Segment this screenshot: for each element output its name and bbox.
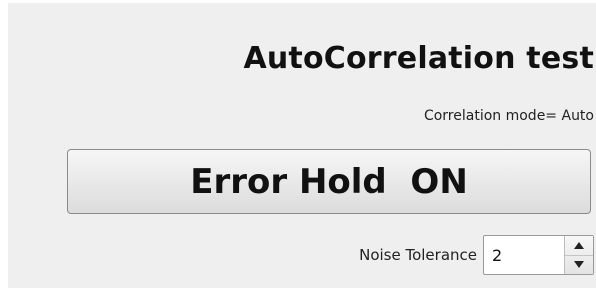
spin-down-button[interactable] [565,256,593,275]
correlation-mode-text: Correlation mode= Auto [423,108,594,124]
noise-tolerance-label: Noise Tolerance [359,246,477,264]
noise-tolerance-spinbox [483,235,594,275]
triangle-up-icon [574,241,584,249]
spin-up-button[interactable] [565,236,593,256]
spin-buttons [564,236,593,274]
page-title: AutoCorrelation test [243,41,594,76]
noise-tolerance-row: Noise Tolerance [359,232,594,278]
noise-tolerance-input[interactable] [484,236,564,274]
error-hold-button[interactable]: Error Hold ON [67,149,591,214]
triangle-down-icon [574,261,584,269]
